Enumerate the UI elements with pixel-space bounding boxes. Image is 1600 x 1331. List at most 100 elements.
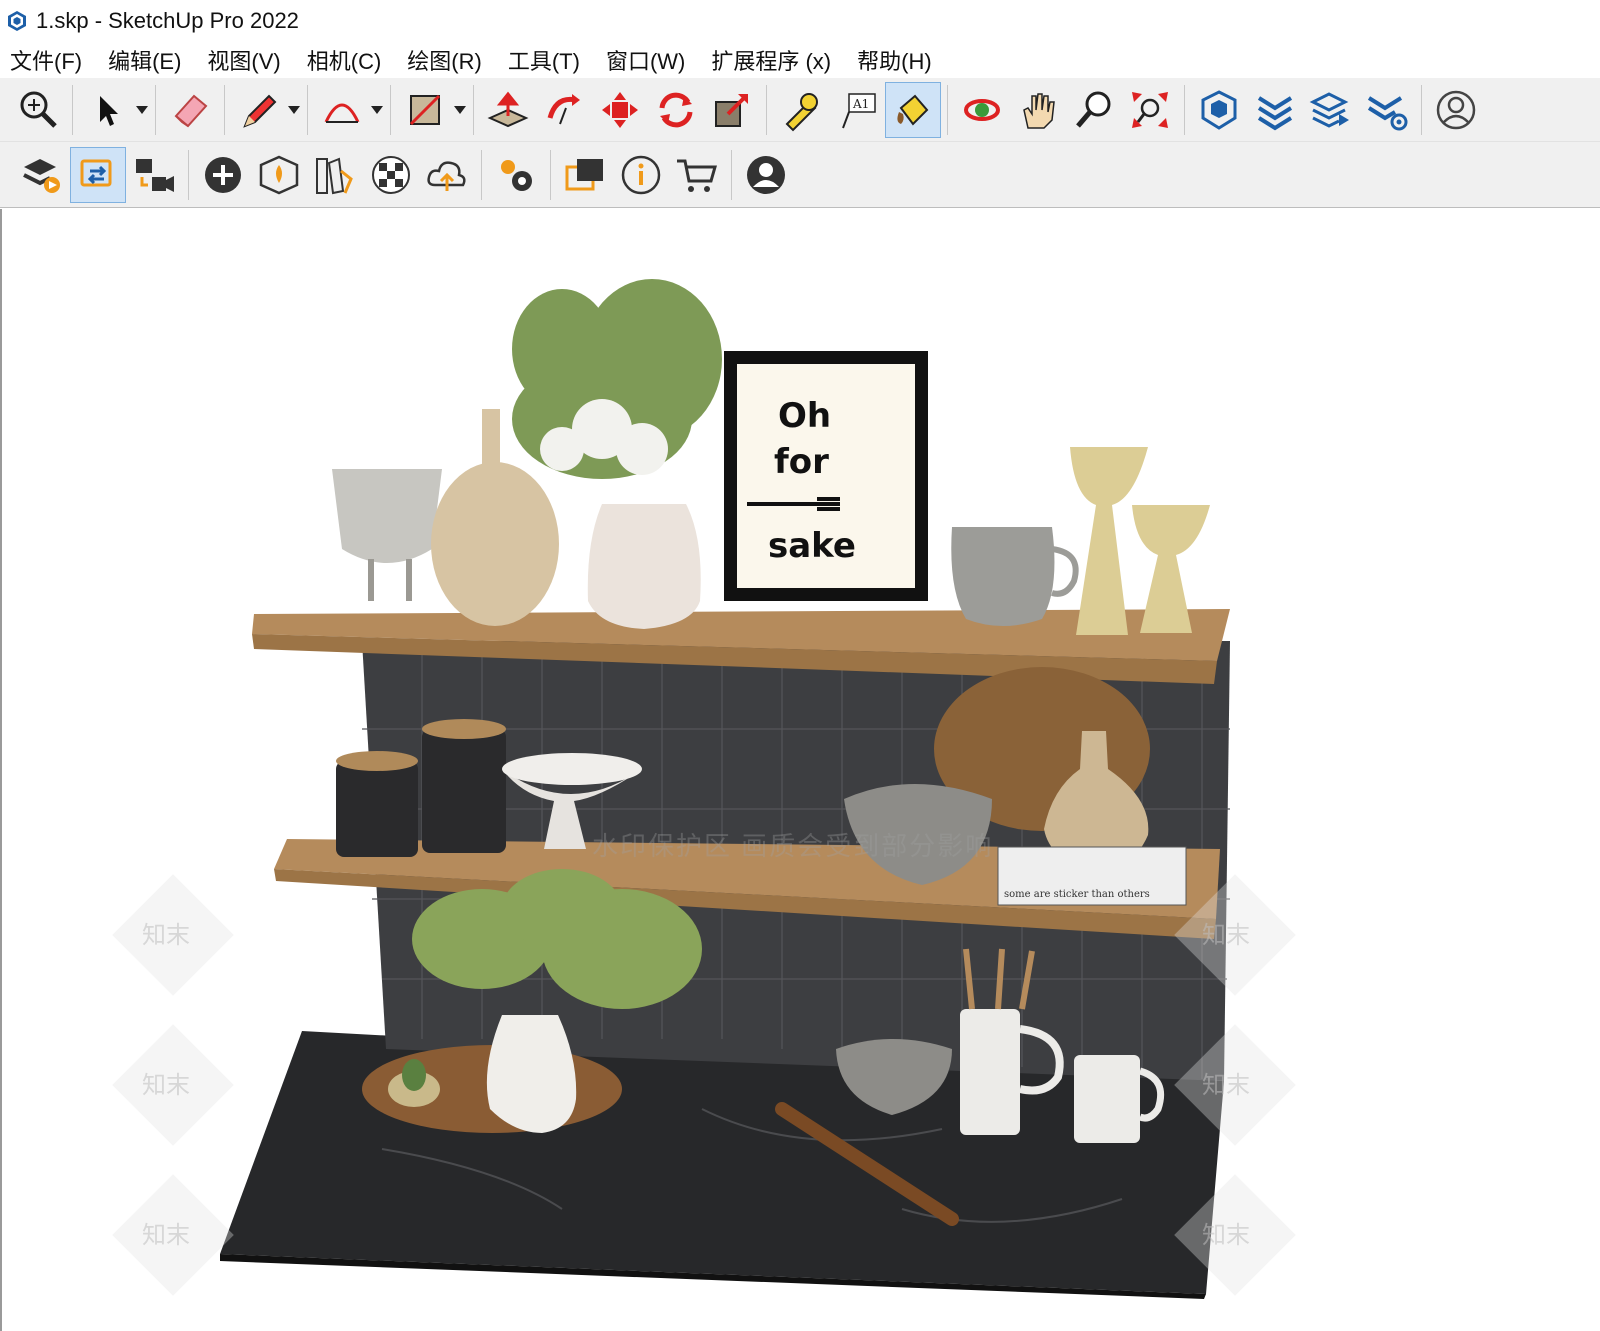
frame-text-for: for — [774, 442, 829, 482]
zoom-window-icon — [1132, 91, 1168, 128]
sync-icon — [80, 159, 112, 186]
menu-draw[interactable]: 绘图(R) — [407, 44, 482, 76]
white-handled-vase — [486, 1015, 577, 1133]
tape-measure-button[interactable] — [773, 82, 829, 138]
ribbed-planter — [332, 469, 442, 563]
rectangle-dropdown[interactable] — [453, 82, 467, 138]
black-canister-large — [422, 729, 506, 853]
zoom-extents-icon — [20, 91, 57, 128]
trimble-connect-button[interactable] — [14, 147, 70, 203]
zoom-window-button[interactable] — [1122, 82, 1178, 138]
move-button[interactable] — [592, 82, 648, 138]
rotate-icon — [659, 92, 693, 127]
zoom-icon — [1076, 91, 1111, 128]
select-button[interactable] — [79, 82, 135, 138]
extension-manager-button[interactable] — [1359, 82, 1415, 138]
arc-dropdown[interactable] — [370, 82, 384, 138]
dialog-windows-button[interactable] — [557, 147, 613, 203]
settings-gears-icon — [501, 159, 532, 191]
line-button[interactable] — [231, 82, 287, 138]
chevron-down-icon — [371, 105, 383, 114]
add-location-button[interactable] — [195, 147, 251, 203]
kitchen-shelf-model: Oh for sake some are sticker than others — [220, 279, 1230, 1299]
menu-help[interactable]: 帮助(H) — [857, 44, 932, 76]
info-icon — [621, 155, 661, 194]
materials-palette-button[interactable] — [307, 147, 363, 203]
pan-icon — [1023, 92, 1055, 129]
pencil-line-icon — [243, 94, 277, 128]
extension-warehouse-icon — [1257, 95, 1293, 130]
orbit-icon — [964, 98, 1000, 121]
info-button[interactable] — [613, 147, 669, 203]
settings-gears-button[interactable] — [488, 147, 544, 203]
menu-file[interactable]: 文件(F) — [10, 44, 82, 76]
push-pull-button[interactable] — [480, 82, 536, 138]
orbit-button[interactable] — [954, 82, 1010, 138]
menu-tools[interactable]: 工具(T) — [508, 44, 580, 76]
cart-button[interactable] — [669, 147, 725, 203]
line-dropdown[interactable] — [287, 82, 301, 138]
cart-icon — [677, 159, 717, 192]
follow-me-button[interactable] — [536, 82, 592, 138]
pan-button[interactable] — [1010, 82, 1066, 138]
menu-view[interactable]: 视图(V) — [207, 44, 280, 76]
menu-bar: 文件(F) 编辑(E) 视图(V) 相机(C) 绘图(R) 工具(T) 窗口(W… — [0, 42, 1600, 78]
extension-manager-icon — [1367, 95, 1408, 130]
text-button[interactable]: A1 — [829, 82, 885, 138]
watermark-text: 知末 — [142, 922, 190, 949]
3d-warehouse-button[interactable] — [1191, 82, 1247, 138]
tape-measure-icon — [785, 92, 818, 131]
layout-send-button[interactable] — [1303, 82, 1359, 138]
chevron-down-icon — [454, 105, 466, 114]
materials-palette-icon — [316, 157, 353, 194]
watermark-banner: 水印保护区 画质会受到部分影响 — [592, 831, 994, 861]
rotate-button[interactable] — [648, 82, 704, 138]
profile-button[interactable] — [738, 147, 794, 203]
paint-bucket-button[interactable] — [885, 81, 941, 138]
chevron-down-icon — [136, 105, 148, 114]
user-account-button[interactable] — [1428, 82, 1484, 138]
watermark-text: 知末 — [1202, 922, 1250, 949]
window-title: 1.skp - SketchUp Pro 2022 — [36, 8, 299, 33]
checker-pattern-icon — [372, 155, 410, 194]
paint-bucket-icon — [897, 94, 929, 126]
watermark-text: 知末 — [1202, 1222, 1250, 1249]
zoom-extents-button[interactable] — [10, 82, 66, 138]
cloud-upload-button[interactable] — [419, 147, 475, 203]
sketchup-app-icon — [8, 11, 26, 31]
scene-camera-button[interactable] — [126, 147, 182, 203]
white-utensil-crock — [960, 1009, 1020, 1135]
select-dropdown[interactable] — [135, 82, 149, 138]
eraser-button[interactable] — [162, 82, 218, 138]
main-toolbar: A1 — [0, 78, 1600, 142]
arc-button[interactable] — [314, 82, 370, 138]
checker-pattern-button[interactable] — [363, 147, 419, 203]
menu-window[interactable]: 窗口(W) — [606, 44, 685, 76]
beige-bottle-vase — [431, 462, 559, 626]
scale-icon — [715, 93, 748, 127]
layout-send-icon — [1309, 91, 1349, 128]
zoom-button[interactable] — [1066, 82, 1122, 138]
cloud-upload-icon — [427, 160, 466, 191]
menu-extensions[interactable]: 扩展程序 (x) — [711, 44, 831, 76]
geo-terrain-button[interactable] — [251, 147, 307, 203]
profile-icon — [747, 155, 785, 194]
move-icon — [602, 91, 638, 128]
menu-edit[interactable]: 编辑(E) — [108, 44, 181, 76]
menu-camera[interactable]: 相机(C) — [307, 44, 382, 76]
watermark-text: 知末 — [1202, 1072, 1250, 1099]
push-pull-icon — [487, 91, 529, 127]
watermark-text: 知末 — [142, 1222, 190, 1249]
scale-button[interactable] — [704, 82, 760, 138]
follow-me-icon — [547, 93, 580, 124]
geo-terrain-icon — [259, 155, 299, 194]
sync-button[interactable] — [70, 146, 126, 203]
extension-warehouse-button[interactable] — [1247, 82, 1303, 138]
book-spine-text: some are sticker than others — [1004, 889, 1150, 900]
chevron-down-icon — [288, 105, 300, 114]
frame-text-sake: sake — [768, 526, 856, 566]
model-viewport[interactable]: Oh for sake some are sticker than others — [0, 209, 1600, 1331]
rectangle-button[interactable] — [397, 82, 453, 138]
text-icon: A1 — [842, 92, 876, 128]
tall-candle-holder — [1070, 447, 1148, 635]
